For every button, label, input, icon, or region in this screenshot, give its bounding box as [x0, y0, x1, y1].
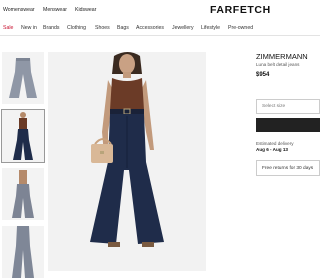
estimated-delivery-label: Estimated delivery: [256, 141, 294, 146]
size-select-placeholder: Select size: [262, 104, 286, 109]
nav-shoes[interactable]: Shoes: [95, 25, 110, 31]
thumbnail-1[interactable]: [2, 52, 44, 104]
product-price: $954: [256, 72, 270, 78]
nav-new-in[interactable]: New in: [21, 25, 37, 31]
model-wearing-jeans-image: [48, 52, 206, 271]
nav-accessories[interactable]: Accessories: [136, 25, 164, 31]
estimated-delivery-dates: Aug 6 - Aug 13: [256, 147, 288, 152]
nav-lifestyle[interactable]: Lifestyle: [201, 25, 220, 31]
thumbnail-4[interactable]: [2, 226, 44, 278]
dept-womenswear[interactable]: Womenswear: [3, 7, 35, 13]
main-product-image[interactable]: [48, 52, 206, 271]
dept-menswear[interactable]: Menswear: [43, 7, 67, 13]
thumbnail-2[interactable]: [1, 109, 45, 163]
nav-sale[interactable]: Sale: [3, 25, 13, 31]
category-nav: Sale New in Brands Clothing Shoes Bags A…: [0, 22, 320, 34]
dept-kidswear[interactable]: Kidswear: [75, 7, 96, 13]
nav-jewellery[interactable]: Jewellery: [172, 25, 194, 31]
nav-bags[interactable]: Bags: [117, 25, 129, 31]
jeans-flat-image: [2, 52, 44, 104]
nav-brands[interactable]: Brands: [43, 25, 59, 31]
nav-divider: [0, 35, 320, 36]
model-front-image: [2, 110, 44, 162]
size-select[interactable]: Select size: [256, 99, 320, 114]
nav-clothing[interactable]: Clothing: [67, 25, 86, 31]
free-returns-text: Free returns for 30 days: [262, 166, 314, 171]
thumbnail-3[interactable]: [2, 168, 44, 220]
model-back-image: [2, 168, 44, 220]
jeans-detail-image: [2, 226, 44, 278]
product-brand[interactable]: ZIMMERMANN: [256, 52, 308, 61]
free-returns-box[interactable]: Free returns for 30 days: [256, 160, 320, 176]
top-bar: Womenswear Menswear Kidswear FARFETCH: [0, 0, 320, 20]
farfetch-logo[interactable]: FARFETCH: [210, 4, 271, 16]
add-to-bag-button[interactable]: [256, 118, 320, 132]
nav-pre-owned[interactable]: Pre-owned: [228, 25, 253, 31]
product-name: Luna belt detail jeans: [256, 62, 300, 67]
